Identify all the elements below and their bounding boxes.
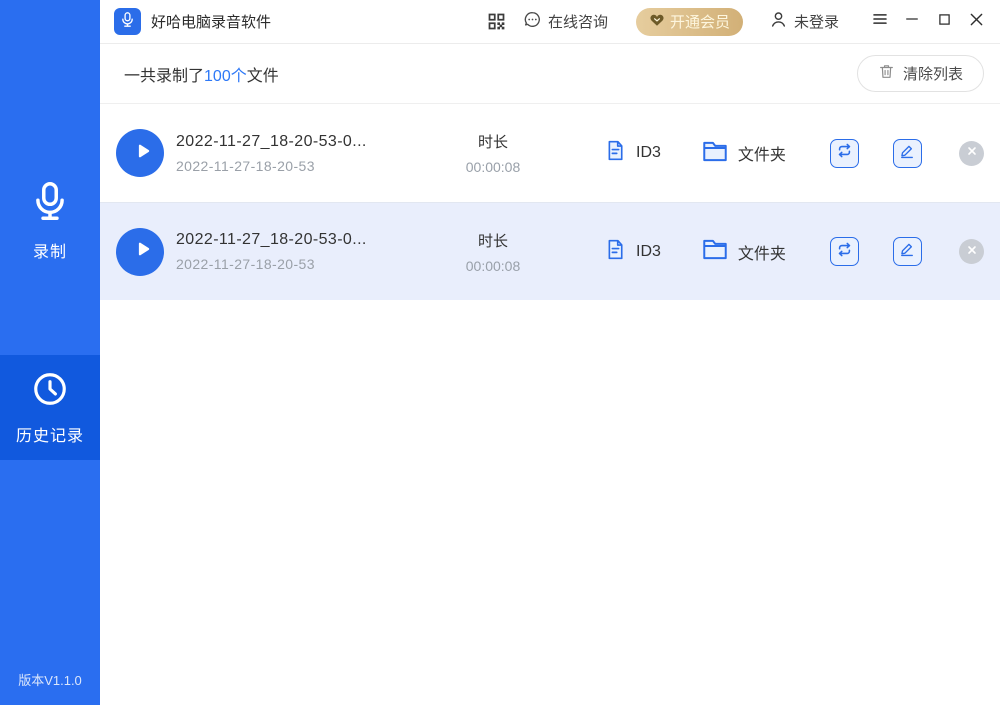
- hamburger-icon: [871, 10, 889, 33]
- version-label: 版本V1.1.0: [0, 670, 100, 689]
- duration-value: 00:00:08: [438, 159, 548, 175]
- document-icon: [604, 139, 627, 167]
- duration-column: 时长 00:00:08: [438, 230, 548, 274]
- delete-button[interactable]: [959, 239, 984, 264]
- main-area: 好哈电脑录音软件 在线咨询 开通会员: [100, 0, 1000, 705]
- sidebar-item-record[interactable]: 录制: [0, 170, 100, 270]
- play-button[interactable]: [116, 228, 164, 276]
- count-suffix: 文件: [247, 68, 279, 85]
- maximize-button[interactable]: [933, 11, 955, 33]
- login-status-label: 未登录: [794, 11, 839, 32]
- id3-label: ID3: [636, 144, 661, 162]
- play-icon: [129, 238, 151, 265]
- folder-label: 文件夹: [738, 240, 786, 264]
- duration-label: 时长: [438, 230, 548, 251]
- duration-value: 00:00:08: [438, 258, 548, 274]
- file-info: 2022-11-27_18-20-53-0... 2022-11-27-18-2…: [176, 133, 438, 174]
- vip-heart-icon: [649, 12, 665, 32]
- clock-icon: [31, 370, 69, 413]
- duration-label: 时长: [438, 131, 548, 152]
- folder-icon: [701, 235, 729, 268]
- chat-icon: [523, 10, 542, 33]
- app-window: 录制 历史记录 版本V1.1.0 好哈电脑录音软件: [0, 0, 1000, 705]
- play-icon: [129, 140, 151, 167]
- sidebar: 录制 历史记录 版本V1.1.0: [0, 0, 100, 705]
- online-support-label: 在线咨询: [548, 11, 608, 32]
- sidebar-item-label: 录制: [33, 238, 67, 262]
- titlebar[interactable]: 好哈电脑录音软件 在线咨询 开通会员: [100, 0, 1000, 44]
- minimize-button[interactable]: [901, 11, 923, 33]
- convert-button[interactable]: [830, 237, 859, 266]
- close-x-icon: [966, 243, 978, 261]
- recording-row[interactable]: 2022-11-27_18-20-53-0... 2022-11-27-18-2…: [100, 104, 1000, 202]
- document-icon: [604, 238, 627, 266]
- empty-content-area: [100, 300, 1000, 705]
- file-title: 2022-11-27_18-20-53-0...: [176, 231, 438, 249]
- pencil-icon: [898, 142, 916, 165]
- loop-icon: [835, 141, 854, 165]
- open-folder-button[interactable]: 文件夹: [701, 137, 786, 170]
- duration-column: 时长 00:00:08: [438, 131, 548, 175]
- file-count-text: 一共录制了100个文件: [124, 62, 279, 86]
- close-x-icon: [966, 144, 978, 162]
- clear-list-button[interactable]: 清除列表: [857, 55, 984, 92]
- folder-label: 文件夹: [738, 141, 786, 165]
- id3-button[interactable]: ID3: [604, 238, 661, 266]
- maximize-icon: [936, 11, 953, 33]
- microphone-icon: [119, 11, 136, 33]
- trash-icon: [878, 63, 895, 84]
- membership-label: 开通会员: [670, 11, 730, 32]
- microphone-icon: [28, 179, 72, 228]
- loop-icon: [835, 240, 854, 264]
- sidebar-item-label: 历史记录: [16, 422, 84, 446]
- count-prefix: 一共录制了: [124, 68, 204, 85]
- close-icon: [967, 10, 986, 34]
- open-folder-button[interactable]: 文件夹: [701, 235, 786, 268]
- play-button[interactable]: [116, 129, 164, 177]
- app-title: 好哈电脑录音软件: [151, 11, 271, 32]
- rename-button[interactable]: [893, 139, 922, 168]
- titlebar-actions: 在线咨询 开通会员 未登录: [486, 8, 987, 36]
- count-highlight: 100个: [204, 68, 247, 85]
- file-subtitle: 2022-11-27-18-20-53: [176, 256, 438, 272]
- list-header: 一共录制了100个文件 清除列表: [100, 44, 1000, 104]
- id3-label: ID3: [636, 243, 661, 261]
- file-subtitle: 2022-11-27-18-20-53: [176, 158, 438, 174]
- file-title: 2022-11-27_18-20-53-0...: [176, 133, 438, 151]
- pencil-icon: [898, 240, 916, 263]
- file-info: 2022-11-27_18-20-53-0... 2022-11-27-18-2…: [176, 231, 438, 272]
- delete-button[interactable]: [959, 141, 984, 166]
- id3-button[interactable]: ID3: [604, 139, 661, 167]
- menu-button[interactable]: [869, 11, 891, 33]
- person-icon: [769, 10, 788, 33]
- membership-button[interactable]: 开通会员: [636, 8, 743, 36]
- folder-icon: [701, 137, 729, 170]
- sidebar-item-history[interactable]: 历史记录: [0, 355, 100, 460]
- login-button[interactable]: 未登录: [769, 10, 839, 33]
- app-logo: [114, 8, 141, 35]
- close-button[interactable]: [965, 11, 987, 33]
- qr-code-icon[interactable]: [486, 11, 507, 32]
- clear-list-label: 清除列表: [903, 63, 963, 84]
- recording-row[interactable]: 2022-11-27_18-20-53-0... 2022-11-27-18-2…: [100, 202, 1000, 300]
- minimize-icon: [903, 10, 921, 33]
- online-support-button[interactable]: 在线咨询: [523, 10, 608, 33]
- rename-button[interactable]: [893, 237, 922, 266]
- convert-button[interactable]: [830, 139, 859, 168]
